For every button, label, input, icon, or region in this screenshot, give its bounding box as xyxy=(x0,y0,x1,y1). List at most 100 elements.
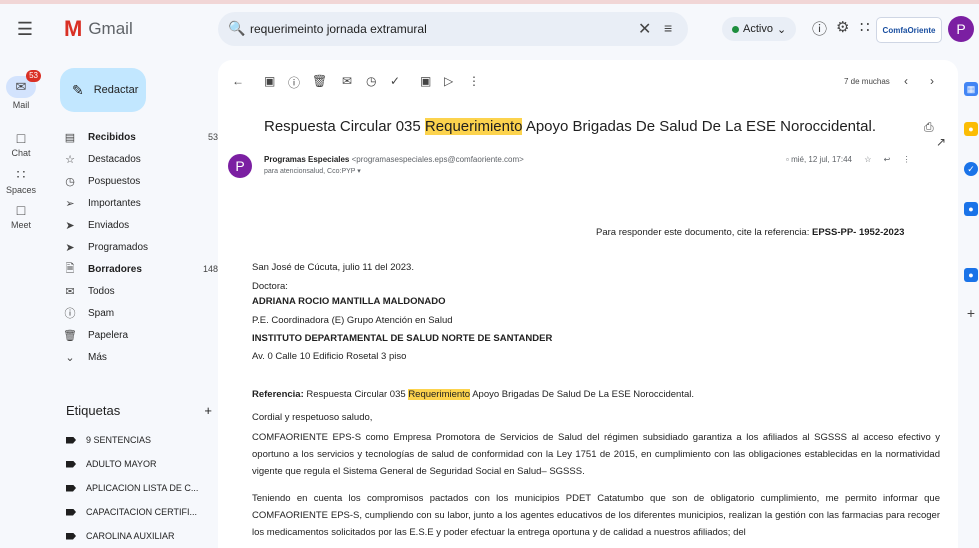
recipient-line[interactable]: para atencionsalud, Cco:PYP ▾ xyxy=(264,167,361,175)
all-mail-icon: ✉ xyxy=(65,285,75,298)
institution-name: INSTITUTO DEPARTAMENTAL DE SALUD NORTE D… xyxy=(252,333,553,344)
nav-item-spam[interactable]: ⓘ Spam xyxy=(58,302,218,324)
compose-button[interactable]: ✎ Redactar xyxy=(60,68,146,112)
salutation-title: Doctora: xyxy=(252,281,288,292)
chat-icon: □ xyxy=(16,130,26,146)
snooze-icon[interactable]: ◷ xyxy=(366,74,376,88)
trash-icon[interactable]: 🗑 xyxy=(312,74,327,88)
draft-icon: 🗎 xyxy=(65,262,75,275)
calendar-icon[interactable]: ▦ xyxy=(964,82,978,96)
pagination-count: 7 de muchas xyxy=(844,77,890,86)
status-button[interactable]: Activo ⌄ xyxy=(722,17,796,41)
menu-icon[interactable]: ☰ xyxy=(14,18,36,40)
nav-item-pospuestos[interactable]: ◷ Pospuestos xyxy=(58,170,218,192)
label-icon xyxy=(66,484,76,492)
mark-unread-icon[interactable]: ✉ xyxy=(342,74,352,88)
chevron-down-icon: ▾ xyxy=(357,168,361,175)
label-item[interactable]: 9 SENTENCIAS xyxy=(66,430,216,450)
label-icon xyxy=(66,508,76,516)
recipient-name: ADRIANA ROCIO MANTILLA MALDONADO xyxy=(252,296,446,307)
nav-item-programados[interactable]: ➤ Programados xyxy=(58,236,218,258)
status-dot-icon xyxy=(732,25,739,33)
labels-section-header: Etiquetas + xyxy=(66,403,212,418)
archive-icon[interactable]: ▣ xyxy=(264,74,275,88)
reference-text: Respuesta Circular 035 xyxy=(303,389,409,400)
nav-label: Más xyxy=(88,351,107,363)
rail-item-spaces[interactable]: ∷ Spaces xyxy=(0,166,42,195)
more-vert-icon[interactable]: ⋮ xyxy=(903,155,911,164)
move-to-icon[interactable]: ▣ xyxy=(420,74,431,88)
labels-title: Etiquetas xyxy=(66,403,121,418)
rail-item-mail[interactable]: ✉ 53 Mail xyxy=(0,70,42,110)
back-arrow-icon[interactable]: ← xyxy=(232,74,244,88)
nav-label: Enviados xyxy=(88,219,130,231)
nav-item-importantes[interactable]: ➢ Importantes xyxy=(58,192,218,214)
keep-icon[interactable]: ● xyxy=(964,122,978,136)
search-icon[interactable]: 🔍 xyxy=(228,20,245,37)
reference-line: Referencia: Respuesta Circular 035 Reque… xyxy=(252,389,694,400)
report-spam-icon[interactable]: ⓘ xyxy=(288,74,300,91)
search-input[interactable]: requerimeinto jornada extramural xyxy=(250,22,427,36)
pencil-icon: ✎ xyxy=(72,81,84,98)
label-icon xyxy=(66,532,76,540)
add-label-icon[interactable]: + xyxy=(204,403,212,418)
reference-text: Apoyo Brigadas De Salud De La ESE Norocc… xyxy=(470,389,695,400)
label-item[interactable]: APLICACION LISTA DE C... xyxy=(66,478,216,498)
print-icon[interactable]: ⎙ xyxy=(924,120,934,134)
nav-item-todos[interactable]: ✉ Todos xyxy=(58,280,218,302)
reference-top: Para responder este documento, cite la r… xyxy=(596,227,904,238)
apps-grid-icon[interactable]: ∷ xyxy=(860,18,870,36)
add-task-icon[interactable]: ✓ xyxy=(390,74,400,88)
nav-label: Recibidos xyxy=(88,131,136,143)
nav-label: Pospuestos xyxy=(88,175,141,187)
rail-label-spaces: Spaces xyxy=(5,185,37,195)
rail-item-chat[interactable]: □ Chat xyxy=(0,130,42,158)
add-addon-icon[interactable]: + xyxy=(964,306,978,320)
contacts-icon[interactable]: ● xyxy=(964,202,978,216)
inbox-icon: ▤ xyxy=(64,131,76,144)
reply-icon[interactable]: ↩ xyxy=(884,155,891,164)
tasks-icon[interactable]: ✓ xyxy=(964,162,978,176)
label-item[interactable]: CAPACITACION CERTIFI... xyxy=(66,502,216,522)
filter-icon[interactable]: ≡ xyxy=(664,20,672,36)
nav-item-enviados[interactable]: ➤ Enviados xyxy=(58,214,218,236)
gmail-logo[interactable]: M Gmail xyxy=(64,18,133,40)
important-icon: ➢ xyxy=(65,197,75,210)
message-meta: ▫ mié, 12 jul, 17:44 ☆ ↩ ⋮ xyxy=(786,155,911,164)
close-icon[interactable]: ✕ xyxy=(638,19,651,39)
reference-highlight: Requerimiento xyxy=(408,389,471,400)
nav-item-recibidos[interactable]: ▤ Recibidos 53 xyxy=(58,126,218,148)
nav-item-destacados[interactable]: ☆ Destacados xyxy=(58,148,218,170)
message-date: mié, 12 jul, 17:44 xyxy=(791,155,853,164)
open-new-window-icon[interactable]: ↗ xyxy=(936,135,946,149)
rail-item-meet[interactable]: □ Meet xyxy=(0,202,42,230)
place-date: San José de Cúcuta, julio 11 del 2023. xyxy=(252,262,414,273)
sender-avatar[interactable]: P xyxy=(228,154,252,178)
spaces-icon: ∷ xyxy=(16,166,26,182)
nav-item-mas[interactable]: ⌄ Más xyxy=(58,346,218,368)
nav-label: Destacados xyxy=(88,153,141,165)
account-avatar[interactable]: P xyxy=(948,16,974,42)
app-name: Gmail xyxy=(88,19,133,38)
search-bar[interactable]: 🔍 requerimeinto jornada extramural ✕ ≡ xyxy=(218,12,688,46)
trash-icon: 🗑 xyxy=(63,329,77,342)
brand-logo[interactable]: ComfaOriente xyxy=(876,17,942,43)
chevron-right-icon[interactable]: › xyxy=(930,74,934,88)
more-vert-icon[interactable]: ⋮ xyxy=(468,74,480,88)
gear-icon[interactable]: ⚙ xyxy=(836,18,849,36)
label-item[interactable]: CAROLINA AUXILIAR xyxy=(66,526,216,546)
label-text: 9 SENTENCIAS xyxy=(86,435,152,445)
star-icon[interactable]: ☆ xyxy=(864,155,871,164)
nav-item-borradores[interactable]: 🗎 Borradores 148 xyxy=(58,258,218,280)
address: Av. 0 Calle 10 Edificio Rosetal 3 piso xyxy=(252,351,407,362)
label-item[interactable]: ADULTO MAYOR xyxy=(66,454,216,474)
help-icon[interactable]: ⓘ xyxy=(812,18,827,39)
nav-item-papelera[interactable]: 🗑 Papelera xyxy=(58,324,218,346)
subject-highlight: Requerimiento xyxy=(424,118,523,135)
label-icon[interactable]: ▷ xyxy=(444,74,453,88)
addon-icon[interactable]: ● xyxy=(964,268,978,282)
chevron-left-icon[interactable]: ‹ xyxy=(904,74,908,88)
body-paragraph: COMFAORIENTE EPS-S como Empresa Promotor… xyxy=(252,432,940,477)
sender-name[interactable]: Programas Especiales xyxy=(264,155,349,164)
chevron-down-icon: ⌄ xyxy=(776,23,787,36)
